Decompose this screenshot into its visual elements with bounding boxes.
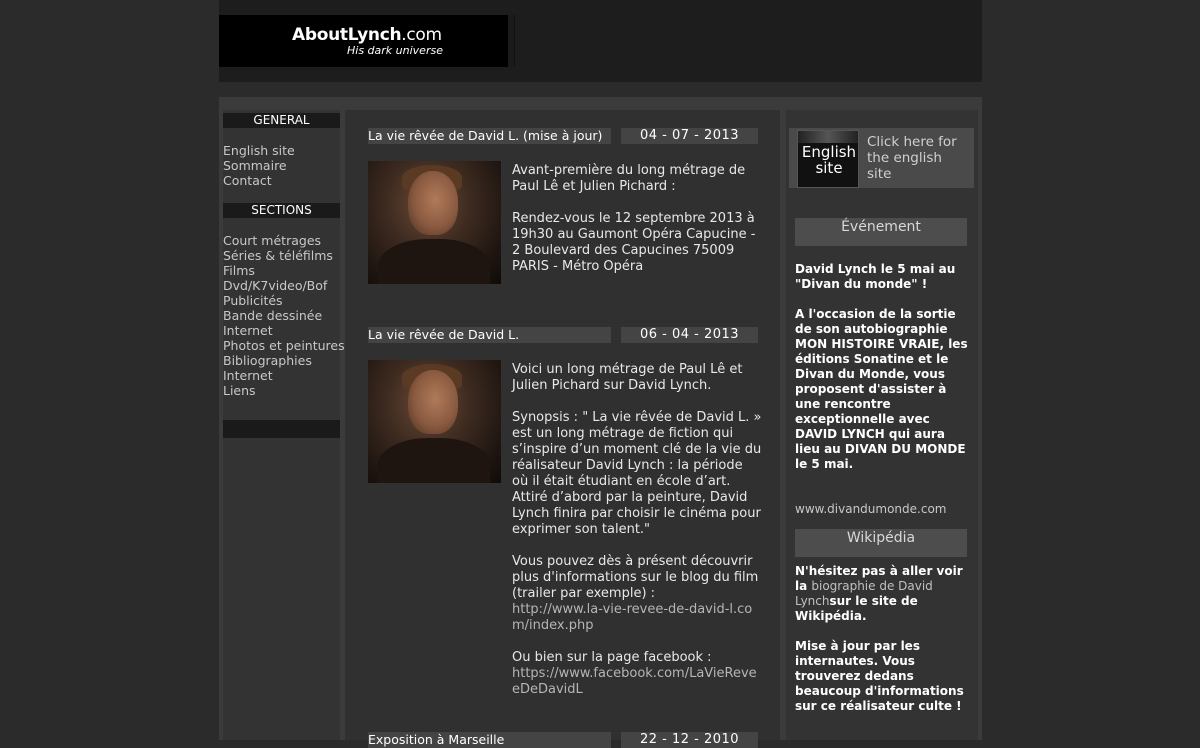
article-paragraph: Ou bien sur la page facebook : https://w… bbox=[512, 650, 762, 698]
wikipedia-paragraph: N'hésitez pas à aller voir la biographie… bbox=[795, 564, 971, 624]
nav-item-court-metrages[interactable]: Court métrages bbox=[223, 233, 340, 248]
news-article: Exposition à Marseille 22 - 12 - 2010 bbox=[368, 732, 758, 748]
logo-shadow bbox=[508, 15, 515, 67]
nav-item-english-site[interactable]: English site bbox=[223, 143, 340, 158]
article-title: Exposition à Marseille bbox=[368, 732, 611, 748]
english-site-link[interactable]: Click here for the english site bbox=[867, 134, 967, 182]
article-date: 22 - 12 - 2010 bbox=[621, 732, 758, 748]
nav-item-series-telefilms[interactable]: Séries & téléfilms bbox=[223, 248, 340, 263]
facebook-intro-text: Ou bien sur la page facebook : bbox=[512, 650, 712, 665]
logo-subtitle: His dark universe bbox=[347, 44, 443, 57]
article-paragraph: Synopsis : " La vie rêvée de David L. » … bbox=[512, 410, 762, 537]
article-photo bbox=[368, 360, 501, 483]
article-date: 06 - 04 - 2013 bbox=[621, 327, 758, 343]
article-body: Voici un long métrage de Paul Lê et Juli… bbox=[512, 362, 762, 714]
article-title: La vie rêvée de David L. bbox=[368, 327, 611, 343]
nav-item-bande-dessinee[interactable]: Bande dessinée bbox=[223, 308, 340, 323]
site-header: AboutLynch.com His dark universe bbox=[219, 0, 982, 82]
nav-item-internet[interactable]: Internet bbox=[223, 323, 340, 338]
site-logo[interactable]: AboutLynch.com His dark universe bbox=[219, 15, 508, 67]
logo-title-domain: .com bbox=[401, 25, 442, 45]
article-paragraph: Vous pouvez dès à présent découvrir plus… bbox=[512, 554, 762, 634]
thumbnail-label: English site bbox=[801, 143, 857, 177]
divan-du-monde-link[interactable]: www.divandumonde.com bbox=[795, 502, 946, 516]
event-text: David Lynch le 5 mai au "Divan du monde"… bbox=[795, 262, 971, 532]
article-header: La vie rêvée de David L. (mise à jour) 0… bbox=[368, 128, 758, 144]
thumbnail-strip bbox=[798, 131, 858, 143]
logo-title: AboutLynch.com bbox=[292, 25, 442, 45]
article-paragraph: Voici un long métrage de Paul Lê et Juli… bbox=[512, 362, 743, 393]
photo-torso-shape bbox=[378, 438, 490, 483]
wikipedia-paragraph: Mise à jour par les internautes. Vous tr… bbox=[795, 639, 964, 713]
news-content: La vie rêvée de David L. (mise à jour) 0… bbox=[345, 110, 780, 748]
event-heading: Événement bbox=[795, 218, 967, 246]
nav-heading-general: GENERAL bbox=[223, 113, 340, 128]
nav-item-bibliographies[interactable]: Bibliographies bbox=[223, 353, 340, 368]
logo-title-name: AboutLynch bbox=[292, 25, 402, 45]
event-paragraph: David Lynch le 5 mai au "Divan du monde"… bbox=[795, 262, 956, 291]
event-paragraph: A l'occasion de la sortie de son autobio… bbox=[795, 307, 968, 471]
nav-item-dvd[interactable]: Dvd/K7video/Bof bbox=[223, 278, 340, 293]
nav-item-contact[interactable]: Contact bbox=[223, 173, 340, 188]
photo-torso-shape bbox=[378, 239, 490, 284]
blog-intro-text: Vous pouvez dès à présent découvrir plus… bbox=[512, 554, 759, 601]
nav-general-list: English site Sommaire Contact bbox=[223, 143, 340, 188]
nav-item-sommaire[interactable]: Sommaire bbox=[223, 158, 340, 173]
article-body: Avant-première du long métrage de Paul L… bbox=[512, 163, 762, 291]
wikipedia-heading: Wikipédia bbox=[795, 529, 967, 557]
photo-face-shape bbox=[408, 370, 458, 434]
article-paragraph: Avant-première du long métrage de Paul L… bbox=[512, 163, 746, 194]
nav-item-internet-2[interactable]: Internet bbox=[223, 368, 340, 383]
wikipedia-text: N'hésitez pas à aller voir la biographie… bbox=[795, 564, 971, 729]
left-navigation: GENERAL English site Sommaire Contact SE… bbox=[223, 110, 345, 740]
nav-item-publicites[interactable]: Publicités bbox=[223, 293, 340, 308]
article-paragraph: Rendez-vous le 12 septembre 2013 à 19h30… bbox=[512, 211, 756, 274]
nav-item-liens[interactable]: Liens bbox=[223, 383, 340, 398]
english-site-thumbnail[interactable]: English site bbox=[797, 130, 859, 188]
article-title: La vie rêvée de David L. (mise à jour) bbox=[368, 128, 611, 144]
nav-empty-bar bbox=[223, 420, 340, 438]
article-header: Exposition à Marseille 22 - 12 - 2010 bbox=[368, 732, 758, 748]
english-site-banner[interactable]: English site Click here for the english … bbox=[789, 128, 974, 188]
blog-link[interactable]: http://www.la-vie-revee-de-david-l.com/i… bbox=[512, 602, 752, 633]
article-header: La vie rêvée de David L. 06 - 04 - 2013 bbox=[368, 327, 758, 343]
nav-item-photos-peintures[interactable]: Photos et peintures bbox=[223, 338, 345, 353]
news-article: La vie rêvée de David L. 06 - 04 - 2013 … bbox=[368, 327, 761, 697]
article-photo bbox=[368, 161, 501, 284]
event-link-paragraph: www.divandumonde.com bbox=[795, 502, 971, 517]
facebook-link[interactable]: https://www.facebook.com/LaVieReveeDeDav… bbox=[512, 666, 757, 697]
article-date: 04 - 07 - 2013 bbox=[621, 128, 758, 144]
nav-item-films[interactable]: Films bbox=[223, 263, 340, 278]
nav-sections-list: Court métrages Séries & téléfilms Films … bbox=[223, 233, 345, 398]
photo-face-shape bbox=[408, 171, 458, 235]
right-sidebar: English site Click here for the english … bbox=[786, 110, 978, 740]
news-article: La vie rêvée de David L. (mise à jour) 0… bbox=[368, 128, 758, 284]
english-site-link-text: Click here for the english site bbox=[867, 134, 957, 182]
nav-heading-sections: SECTIONS bbox=[223, 203, 340, 218]
